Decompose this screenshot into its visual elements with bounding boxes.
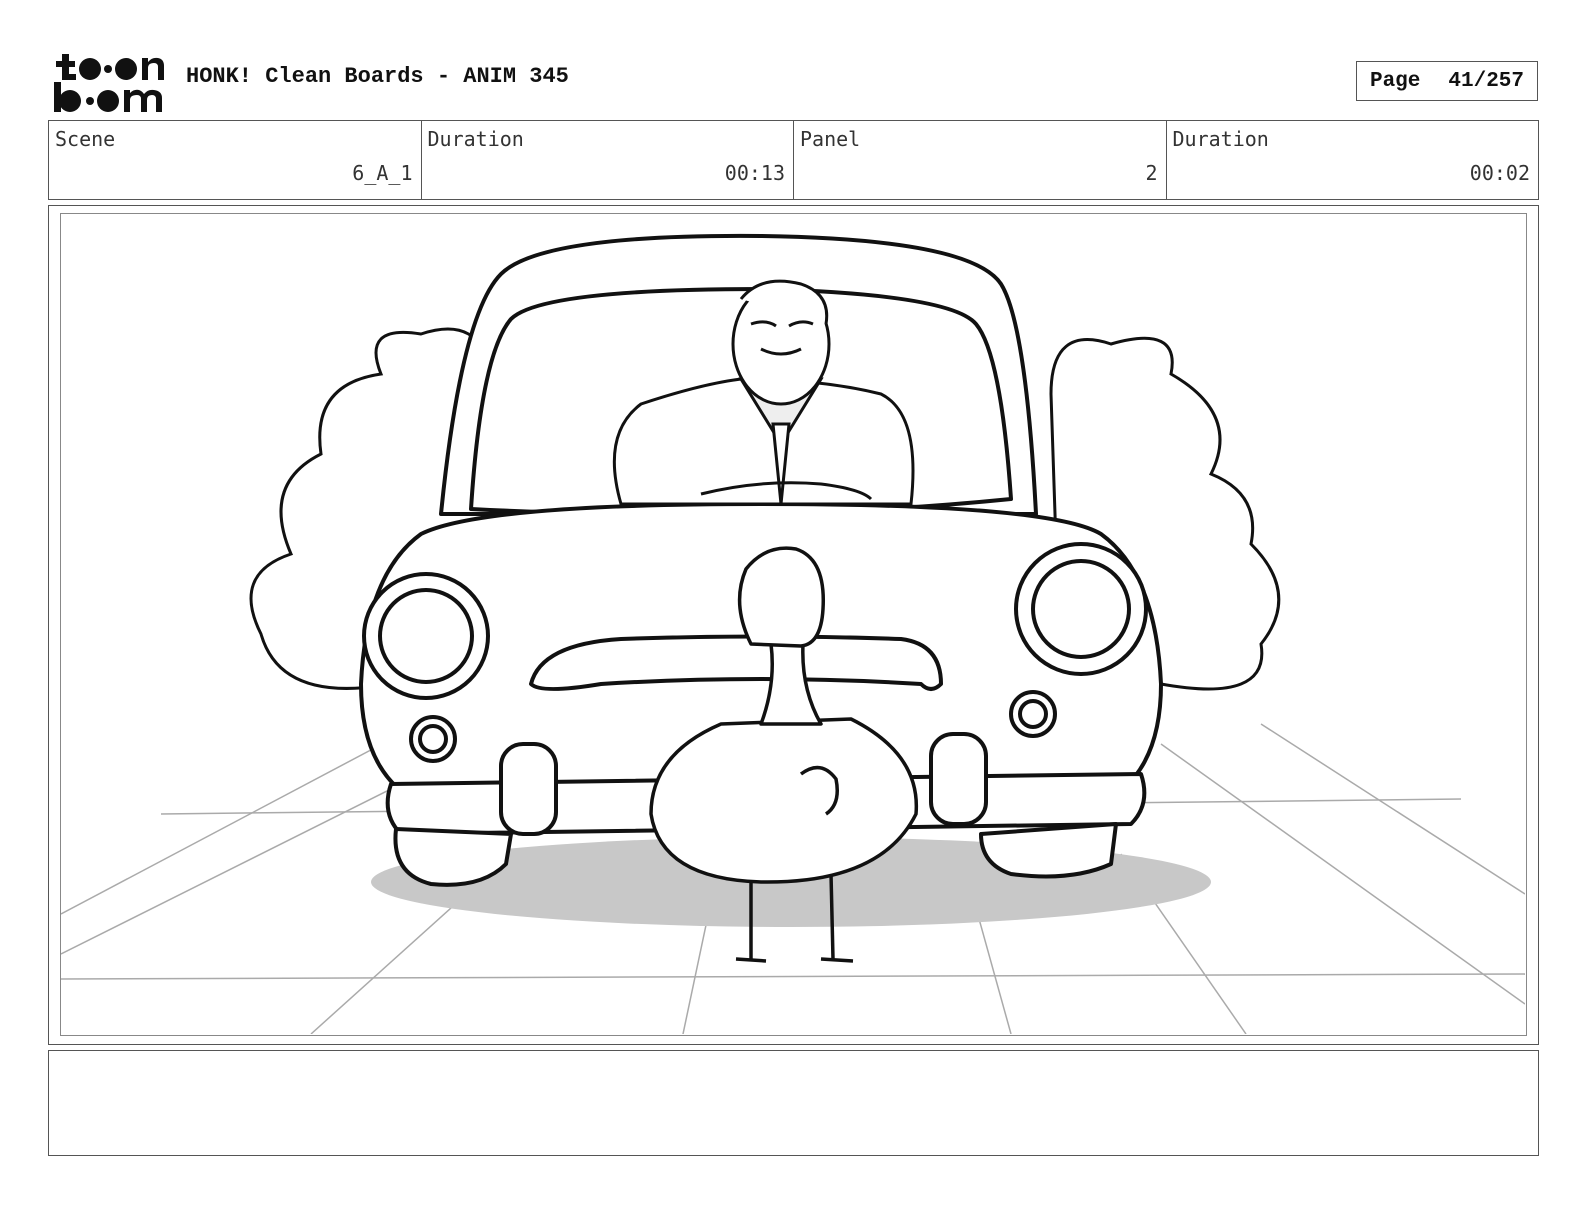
panel-duration-label: Duration [1172, 127, 1269, 151]
panel-duration-value: 00:02 [1469, 161, 1530, 185]
car-and-goose-drawing [61, 233, 1525, 1034]
scene-duration-label: Duration [427, 127, 524, 151]
storyboard-panel-frame [48, 205, 1539, 1045]
scene-duration-cell: Duration 00:13 [422, 121, 794, 199]
panel-info-row: Scene 6_A_1 Duration 00:13 Panel 2 Durat… [48, 120, 1539, 200]
storyboard-panel-image [60, 213, 1527, 1036]
scene-duration-value: 00:13 [724, 161, 785, 185]
panel-label: Panel [800, 127, 861, 151]
panel-notes-box [48, 1050, 1539, 1156]
scene-cell: Scene 6_A_1 [49, 121, 422, 199]
panel-value: 2 [1145, 161, 1158, 185]
document-title: HONK! Clean Boards - ANIM 345 [186, 64, 569, 89]
toon-boom-logo [54, 54, 164, 112]
page-label: Page [1369, 69, 1421, 93]
scene-label: Scene [55, 127, 116, 151]
scene-value: 6_A_1 [352, 161, 413, 185]
page-indicator: Page 41/257 [1356, 61, 1538, 101]
panel-cell: Panel 2 [794, 121, 1167, 199]
panel-duration-cell: Duration 00:02 [1167, 121, 1539, 199]
page-number: 41/257 [1448, 69, 1525, 93]
